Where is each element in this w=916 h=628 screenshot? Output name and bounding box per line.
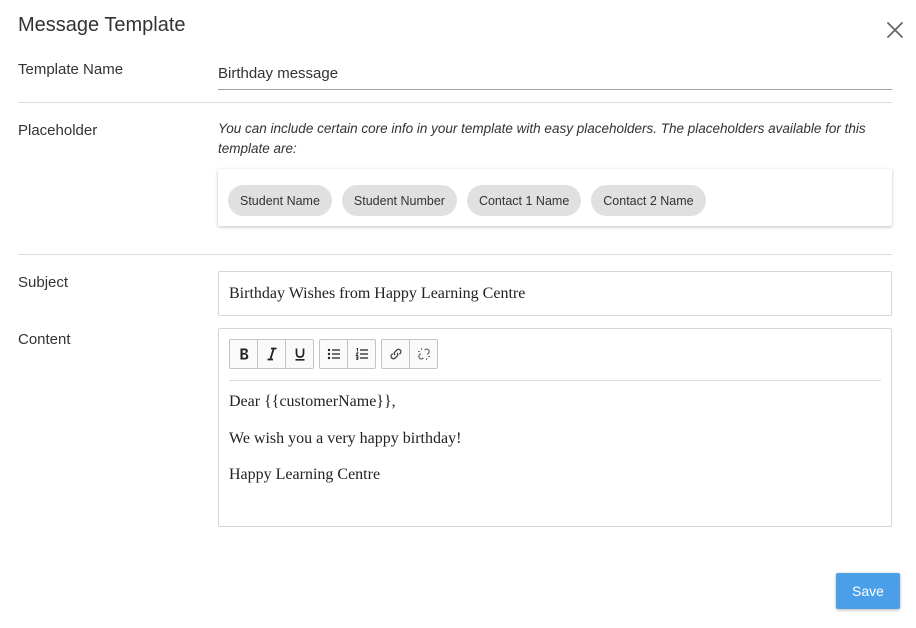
content-line: We wish you a very happy birthday!: [229, 429, 462, 447]
placeholder-chip-student-name[interactable]: Student Name: [228, 185, 332, 216]
bold-icon: [240, 348, 248, 360]
content-line: Dear {{customerName}},: [229, 393, 396, 410]
placeholder-chip-contact-2-name[interactable]: Contact 2 Name: [591, 185, 706, 216]
template-name-label: Template Name: [18, 61, 124, 78]
close-icon[interactable]: [884, 19, 906, 41]
numbered-list-button[interactable]: [347, 339, 376, 369]
editor-toolbar: [229, 339, 443, 369]
underline-icon: [295, 348, 304, 361]
placeholder-chip-student-number[interactable]: Student Number: [341, 185, 457, 216]
dialog-title: Message Template: [18, 14, 186, 36]
bullet-list-icon: [327, 348, 340, 360]
template-name-input[interactable]: [218, 62, 892, 90]
subject-input[interactable]: [218, 271, 892, 316]
placeholder-label: Placeholder: [18, 122, 98, 139]
format-group: [229, 339, 314, 369]
underline-button[interactable]: [285, 339, 314, 369]
editor-content[interactable]: Dear {{customerName}}, We wish you a ver…: [229, 391, 881, 501]
save-button[interactable]: Save: [836, 573, 900, 609]
italic-icon: [267, 347, 276, 361]
content-label: Content: [18, 331, 71, 348]
placeholder-chip-list: Student Name Student Number Contact 1 Na…: [218, 169, 892, 226]
bullet-list-button[interactable]: [319, 339, 348, 369]
subject-label: Subject: [18, 274, 69, 291]
content-line: Happy Learning Centre: [229, 466, 381, 483]
unlink-button[interactable]: [409, 339, 438, 369]
divider: [18, 102, 892, 103]
numbered-list-icon: [354, 348, 368, 360]
close-button[interactable]: [884, 19, 906, 41]
placeholder-description: You can include certain core info in you…: [218, 121, 866, 156]
placeholder-chip-contact-1-name[interactable]: Contact 1 Name: [466, 185, 582, 216]
link-icon: [389, 348, 402, 360]
list-group: [319, 339, 376, 369]
bold-button[interactable]: [229, 339, 258, 369]
content-editor[interactable]: Dear {{customerName}}, We wish you a ver…: [218, 328, 892, 527]
toolbar-divider: [229, 380, 881, 381]
divider: [18, 254, 892, 255]
unlink-icon: [417, 348, 430, 360]
link-button[interactable]: [381, 339, 410, 369]
link-group: [381, 339, 438, 369]
italic-button[interactable]: [257, 339, 286, 369]
